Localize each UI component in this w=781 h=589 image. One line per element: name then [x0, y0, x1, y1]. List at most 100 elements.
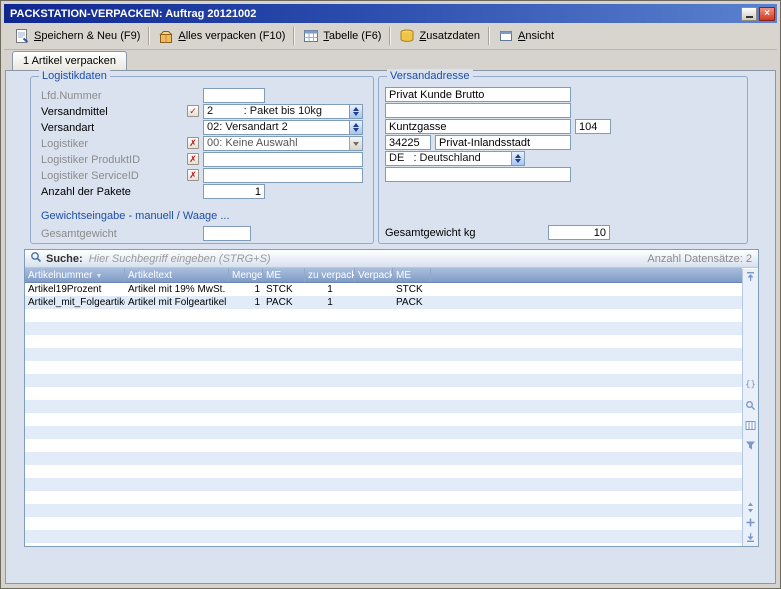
versandmittel-spinner[interactable]: [349, 105, 362, 118]
cell: [263, 348, 305, 361]
name1-input[interactable]: [385, 87, 571, 102]
save-new-button[interactable]: Speichern & Neu (F9): [8, 25, 146, 47]
close-button[interactable]: ×: [759, 7, 775, 21]
table-empty-row: [25, 452, 742, 465]
cell: [431, 491, 742, 504]
cell: [25, 439, 125, 452]
ort-input[interactable]: [435, 135, 571, 150]
cell: [263, 309, 305, 322]
filter-icon[interactable]: [745, 440, 756, 451]
versandart-select[interactable]: 02: Versandart 2: [203, 120, 363, 135]
toolbar-separator: [389, 27, 391, 45]
land-spinner[interactable]: [511, 152, 524, 165]
navigate-icon[interactable]: [745, 502, 756, 513]
versandadresse-groupbox: Versandadresse DE : Deutschland Gesamtge…: [378, 76, 748, 244]
cell: [263, 400, 305, 413]
lfd-nummer-label: Lfd.Nummer: [41, 89, 102, 103]
gesamtgewicht-label: Gesamtgewicht: [41, 227, 117, 241]
lfd-nummer-input[interactable]: [203, 88, 265, 103]
gewichtseingabe-link[interactable]: Gewichtseingabe - manuell / Waage ...: [41, 210, 230, 222]
column-header-1[interactable]: Artikeltext: [125, 268, 229, 282]
plz-input[interactable]: [385, 135, 431, 150]
cell: [229, 517, 263, 530]
search-input[interactable]: Hier Suchbegriff eingeben (STRG+S): [89, 253, 648, 265]
column-header-4[interactable]: zu verpacke: [305, 268, 355, 282]
cell: [25, 517, 125, 530]
view-button[interactable]: Ansicht: [492, 25, 560, 47]
cell: [305, 478, 355, 491]
extra-data-button[interactable]: Zusatzdaten: [393, 25, 486, 47]
column-header-0[interactable]: Artikelnummer▼: [25, 268, 125, 282]
cell: [431, 335, 742, 348]
cell: [355, 283, 393, 296]
logistiker-select[interactable]: 00: Keine Auswahl: [203, 136, 363, 151]
column-header-3[interactable]: ME: [263, 268, 305, 282]
cell: [393, 387, 431, 400]
cell: [305, 530, 355, 543]
table-row[interactable]: Artikel_mit_FolgeartikelArtikel mit Folg…: [25, 296, 742, 309]
cell: [355, 335, 393, 348]
table-button[interactable]: Tabelle (F6): [297, 25, 387, 47]
gesamtgewicht-input[interactable]: [203, 226, 251, 241]
serviceid-input[interactable]: [203, 168, 363, 183]
cell: [125, 374, 229, 387]
cell: [125, 400, 229, 413]
adresszusatz-input[interactable]: [385, 167, 571, 182]
versandmittel-select[interactable]: 2 : Paket bis 10kg: [203, 104, 363, 119]
cell: [431, 452, 742, 465]
cross-icon[interactable]: ✗: [187, 153, 199, 165]
table-empty-row: [25, 374, 742, 387]
produktid-input[interactable]: [203, 152, 363, 167]
column-header-2[interactable]: Menge: [229, 268, 263, 282]
versandmittel-value: 2 : Paket bis 10kg: [204, 105, 349, 118]
cell: [305, 309, 355, 322]
cell: [355, 504, 393, 517]
hausnummer-input[interactable]: [575, 119, 611, 134]
search-icon[interactable]: [30, 250, 42, 268]
cell: [125, 452, 229, 465]
cell: [355, 452, 393, 465]
strasse-input[interactable]: [385, 119, 571, 134]
versandart-spinner[interactable]: [349, 121, 362, 134]
scroll-top-icon[interactable]: [745, 271, 756, 282]
land-select[interactable]: DE : Deutschland: [385, 151, 525, 166]
column-header-6[interactable]: ME: [393, 268, 431, 282]
table-empty-row: [25, 465, 742, 478]
grid-side-toolbar: {}: [742, 269, 758, 546]
cell: [229, 530, 263, 543]
cell: [431, 296, 742, 309]
cell: [355, 322, 393, 335]
columns-icon[interactable]: [745, 420, 756, 431]
cell: [355, 309, 393, 322]
cell: [305, 413, 355, 426]
cell: [229, 465, 263, 478]
minimize-button[interactable]: [741, 7, 757, 21]
column-header-filler: [431, 268, 742, 282]
table-empty-row: [25, 517, 742, 530]
cell: [431, 439, 742, 452]
column-header-5[interactable]: Verpackt: [355, 268, 393, 282]
gesamtgewicht-kg-input[interactable]: [548, 225, 610, 240]
cell: [355, 426, 393, 439]
cell: Artikel mit Folgeartikel: [125, 296, 229, 309]
table-empty-row: [25, 439, 742, 452]
cell: [393, 439, 431, 452]
brace-icon[interactable]: {}: [745, 380, 756, 391]
cell: [393, 491, 431, 504]
cell: [431, 361, 742, 374]
scroll-bottom-icon[interactable]: [745, 532, 756, 543]
search-row-icon[interactable]: [745, 400, 756, 411]
cross-icon[interactable]: ✗: [187, 137, 199, 149]
cell: [229, 426, 263, 439]
cell: [25, 309, 125, 322]
logistiker-dropdown-arrow[interactable]: [349, 137, 362, 150]
pack-all-button[interactable]: Alles verpacken (F10): [152, 25, 291, 47]
cross-icon[interactable]: ✗: [187, 169, 199, 181]
add-icon[interactable]: [745, 517, 756, 528]
cell: [305, 335, 355, 348]
check-icon[interactable]: ✓: [187, 105, 199, 117]
tab-artikel-verpacken[interactable]: 1 Artikel verpacken: [12, 51, 127, 70]
name2-input[interactable]: [385, 103, 571, 118]
anzahl-pakete-input[interactable]: [203, 184, 265, 199]
table-row[interactable]: Artikel19ProzentArtikel mit 19% MwSt.1ST…: [25, 283, 742, 296]
